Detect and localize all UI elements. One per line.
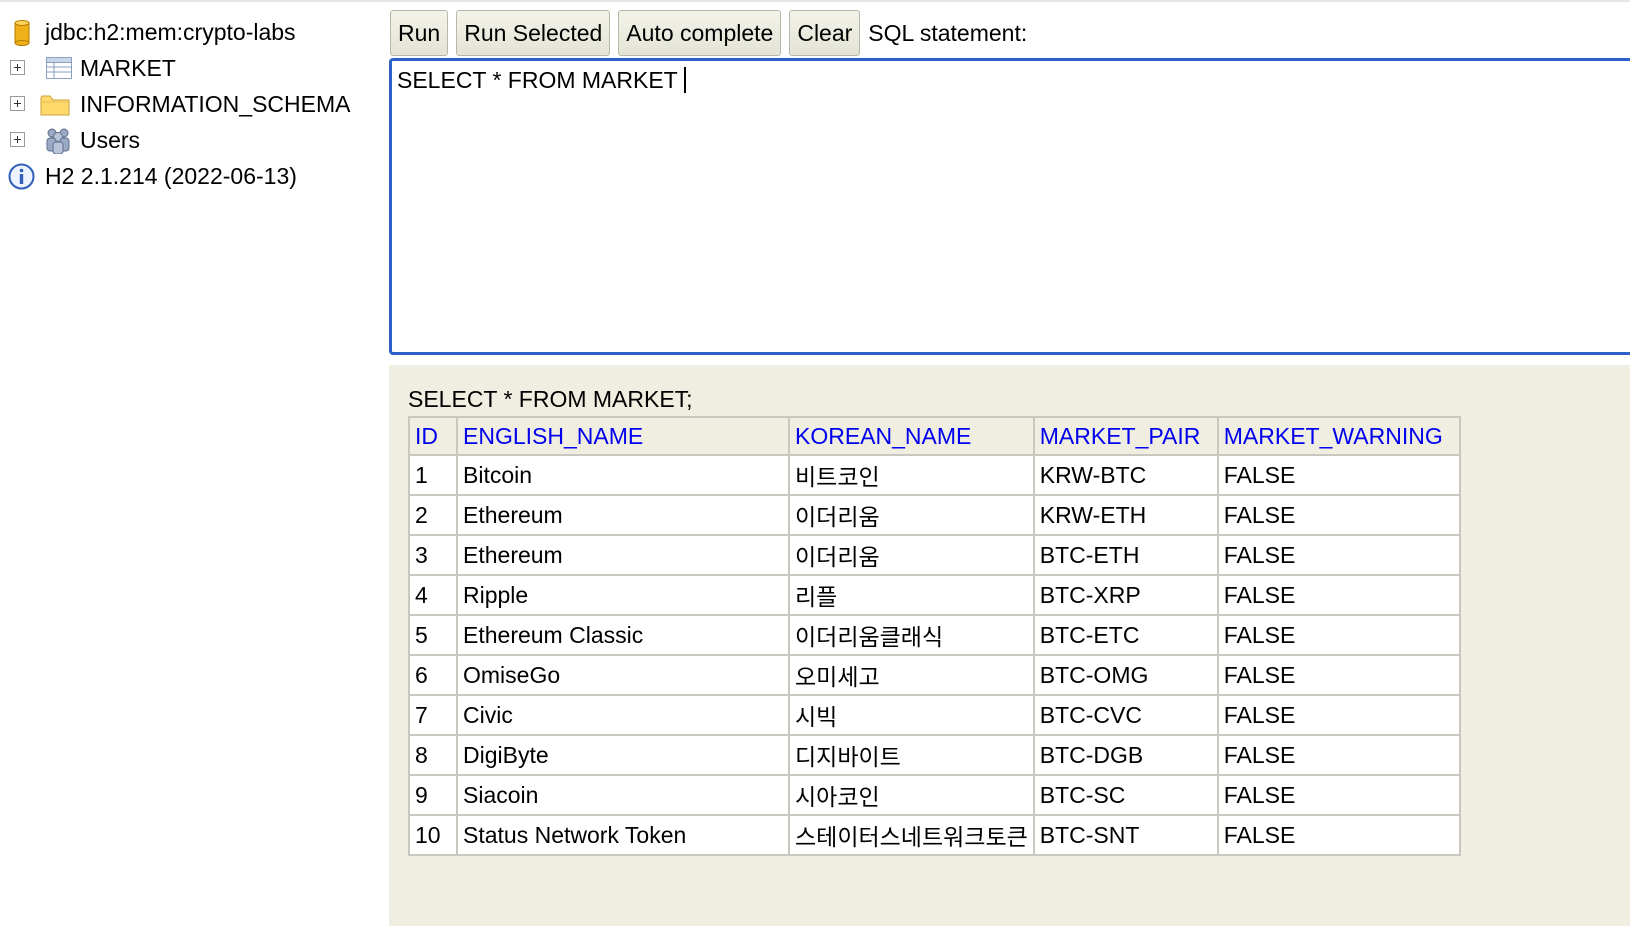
expand-icon[interactable] — [10, 132, 25, 147]
users-icon — [46, 128, 70, 154]
cell-id: 8 — [408, 734, 458, 776]
cell-english-name: Bitcoin — [456, 454, 790, 496]
expand-icon[interactable] — [10, 60, 25, 75]
tree-version: H2 2.1.214 (2022-06-13) — [0, 158, 390, 194]
cell-id: 1 — [408, 454, 458, 496]
sql-editor[interactable]: SELECT * FROM MARKET — [389, 58, 1630, 355]
folder-icon — [40, 95, 70, 116]
table-row: 2 Ethereum 이더리움 KRW-ETH FALSE — [408, 494, 1461, 536]
tree-item-users[interactable]: Users — [0, 122, 390, 158]
cell-id: 6 — [408, 654, 458, 696]
cell-korean-name: 비트코인 — [788, 454, 1035, 496]
cell-korean-name: 스테이터스네트워크토큰 — [788, 814, 1035, 856]
clear-button[interactable]: Clear — [789, 10, 861, 56]
auto-complete-button[interactable]: Auto complete — [618, 10, 782, 56]
column-header-market-pair[interactable]: MARKET_PAIR — [1032, 416, 1219, 456]
cell-korean-name: 이더리움 — [788, 534, 1035, 576]
tree-item-label: Users — [80, 126, 141, 153]
cell-market-pair: BTC-OMG — [1032, 654, 1219, 696]
tree-item-market[interactable]: MARKET — [0, 50, 390, 86]
cell-english-name: DigiByte — [456, 734, 790, 776]
cell-market-pair: KRW-ETH — [1032, 494, 1219, 536]
cell-korean-name: 리플 — [788, 574, 1035, 616]
cell-korean-name: 오미세고 — [788, 654, 1035, 696]
column-header-id[interactable]: ID — [408, 416, 458, 456]
cell-market-warning: FALSE — [1216, 494, 1461, 536]
cell-korean-name: 이더리움 — [788, 494, 1035, 536]
cell-english-name: Siacoin — [456, 774, 790, 816]
schema-tree: jdbc:h2:mem:crypto-labs MARKET INFORMATI… — [0, 14, 390, 194]
cell-english-name: Ripple — [456, 574, 790, 616]
cell-market-pair: BTC-ETH — [1032, 534, 1219, 576]
table-row: 3 Ethereum 이더리움 BTC-ETH FALSE — [408, 534, 1461, 576]
cell-market-warning: FALSE — [1216, 614, 1461, 656]
sql-editor-text: SELECT * FROM MARKET — [397, 67, 678, 93]
table-row: 7 Civic 시빅 BTC-CVC FALSE — [408, 694, 1461, 736]
table-icon — [46, 57, 72, 79]
cell-korean-name: 이더리움클래식 — [788, 614, 1035, 656]
table-header-row: ID ENGLISH_NAME KOREAN_NAME MARKET_PAIR … — [408, 416, 1461, 456]
cell-english-name: Ethereum — [456, 534, 790, 576]
cell-market-warning: FALSE — [1216, 534, 1461, 576]
cell-korean-name: 디지바이트 — [788, 734, 1035, 776]
table-row: 8 DigiByte 디지바이트 BTC-DGB FALSE — [408, 734, 1461, 776]
cell-id: 4 — [408, 574, 458, 616]
cell-korean-name: 시아코인 — [788, 774, 1035, 816]
cell-market-warning: FALSE — [1216, 454, 1461, 496]
run-selected-button[interactable]: Run Selected — [456, 10, 611, 56]
cell-korean-name: 시빅 — [788, 694, 1035, 736]
connection-label: jdbc:h2:mem:crypto-labs — [45, 18, 296, 45]
cell-market-pair: BTC-DGB — [1032, 734, 1219, 776]
cell-market-pair: BTC-ETC — [1032, 614, 1219, 656]
info-icon — [8, 163, 35, 190]
cell-market-warning: FALSE — [1216, 694, 1461, 736]
cell-id: 5 — [408, 614, 458, 656]
tree-connection[interactable]: jdbc:h2:mem:crypto-labs — [0, 14, 390, 50]
cell-id: 7 — [408, 694, 458, 736]
query-toolbar: Run Run Selected Auto complete Clear SQL… — [390, 9, 1027, 57]
column-header-english-name[interactable]: ENGLISH_NAME — [456, 416, 790, 456]
table-row: 9 Siacoin 시아코인 BTC-SC FALSE — [408, 774, 1461, 816]
text-caret — [683, 67, 686, 93]
expand-icon[interactable] — [10, 96, 25, 111]
cell-english-name: Ethereum — [456, 494, 790, 536]
table-row: 10 Status Network Token 스테이터스네트워크토큰 BTC-SNT… — [408, 814, 1461, 856]
table-row: 4 Ripple 리플 BTC-XRP FALSE — [408, 574, 1461, 616]
cell-market-warning: FALSE — [1216, 574, 1461, 616]
cell-market-warning: FALSE — [1216, 814, 1461, 856]
cell-english-name: Status Network Token — [456, 814, 790, 856]
result-panel: SELECT * FROM MARKET; ID ENGLISH_NAME KO… — [389, 365, 1630, 926]
sql-statement-label: SQL statement: — [868, 19, 1028, 46]
version-label: H2 2.1.214 (2022-06-13) — [45, 162, 297, 189]
cell-market-pair: BTC-SC — [1032, 774, 1219, 816]
tree-item-information-schema[interactable]: INFORMATION_SCHEMA — [0, 86, 390, 122]
cell-market-pair: BTC-SNT — [1032, 814, 1219, 856]
run-button[interactable]: Run — [390, 10, 449, 56]
cell-market-pair: BTC-CVC — [1032, 694, 1219, 736]
database-icon — [14, 20, 30, 46]
column-header-korean-name[interactable]: KOREAN_NAME — [788, 416, 1035, 456]
table-row: 6 OmiseGo 오미세고 BTC-OMG FALSE — [408, 654, 1461, 696]
table-row: 5 Ethereum Classic 이더리움클래식 BTC-ETC FALSE — [408, 614, 1461, 656]
cell-market-pair: KRW-BTC — [1032, 454, 1219, 496]
cell-id: 2 — [408, 494, 458, 536]
column-header-market-warning[interactable]: MARKET_WARNING — [1216, 416, 1461, 456]
cell-market-warning: FALSE — [1216, 654, 1461, 696]
cell-id: 10 — [408, 814, 458, 856]
cell-market-warning: FALSE — [1216, 734, 1461, 776]
tree-item-label: INFORMATION_SCHEMA — [80, 90, 351, 117]
cell-id: 3 — [408, 534, 458, 576]
result-table: ID ENGLISH_NAME KOREAN_NAME MARKET_PAIR … — [408, 416, 1461, 856]
cell-market-warning: FALSE — [1216, 774, 1461, 816]
cell-english-name: Ethereum Classic — [456, 614, 790, 656]
cell-english-name: Civic — [456, 694, 790, 736]
cell-id: 9 — [408, 774, 458, 816]
table-row: 1 Bitcoin 비트코인 KRW-BTC FALSE — [408, 454, 1461, 496]
executed-statement: SELECT * FROM MARKET; — [408, 386, 693, 412]
tree-item-label: MARKET — [80, 54, 176, 81]
cell-english-name: OmiseGo — [456, 654, 790, 696]
top-divider — [0, 0, 1630, 2]
cell-market-pair: BTC-XRP — [1032, 574, 1219, 616]
